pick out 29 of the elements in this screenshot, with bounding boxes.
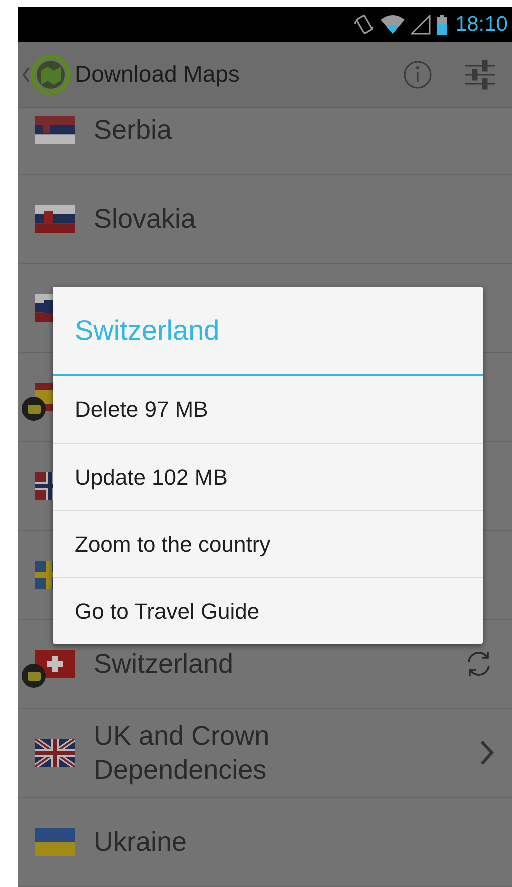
dialog-menu-item[interactable]: Delete 97 MB	[53, 376, 483, 443]
flag-icon	[35, 650, 75, 678]
info-icon	[403, 60, 433, 90]
country-row[interactable]: Ukraine	[18, 798, 512, 887]
status-time: 18:10	[455, 12, 508, 38]
back-caret-icon	[22, 66, 30, 82]
battery-icon	[437, 14, 448, 34]
country-row[interactable]: Serbia	[18, 108, 512, 175]
dialog-menu-item[interactable]: Go to Travel Guide	[53, 577, 483, 644]
dialog-menu-item[interactable]: Update 102 MB	[53, 443, 483, 510]
flag-icon	[35, 828, 75, 856]
flag-icon	[35, 116, 75, 144]
country-row[interactable]: UK and Crown Dependencies	[18, 709, 512, 798]
vibrate-icon	[353, 14, 376, 36]
country-name: Serbia	[94, 114, 172, 147]
flag-icon	[35, 205, 75, 233]
signal-icon	[411, 14, 432, 34]
flag-icon	[35, 739, 75, 767]
wifi-icon	[381, 14, 406, 34]
country-name: Ukraine	[94, 826, 188, 859]
country-name: Switzerland	[94, 648, 234, 681]
screen-title: Download Maps	[75, 60, 240, 90]
app-logo-icon	[31, 54, 71, 94]
country-row[interactable]: Slovakia	[18, 175, 512, 264]
dialog-title: Switzerland	[53, 287, 483, 376]
country-name: UK and Crown Dependencies	[94, 720, 271, 787]
country-name: Slovakia	[94, 203, 196, 236]
sliders-icon	[463, 58, 497, 92]
dialog-menu-item[interactable]: Zoom to the country	[53, 510, 483, 577]
